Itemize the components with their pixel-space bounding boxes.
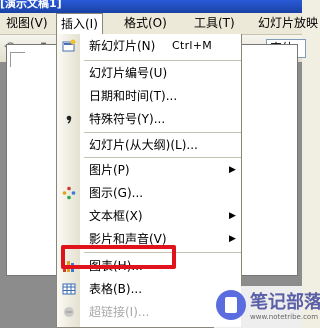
table-icon: [62, 283, 76, 295]
menu-view[interactable]: 视图(V): [6, 13, 48, 34]
menu-item-new-slide[interactable]: 新幻灯片(N) Ctrl+M: [57, 35, 241, 57]
comma-symbol-icon: [66, 115, 72, 124]
menu-bar: 视图(V) 插入(I) 格式(O) 工具(T) 幻灯片放映: [0, 13, 318, 35]
menu-tools[interactable]: 工具(T): [194, 13, 235, 34]
menu-separator: [84, 157, 241, 158]
title-bar: [演示文稿1]: [0, 0, 302, 13]
watermark-url: www.notetribe.com: [250, 313, 319, 321]
menu-item-diagram[interactable]: 图示(G)...: [57, 182, 241, 204]
menu-insert[interactable]: 插入(I): [56, 13, 103, 34]
menu-slideshow[interactable]: 幻灯片放映: [258, 13, 318, 34]
highlight-box: [61, 245, 176, 269]
new-slide-icon: [62, 39, 76, 52]
menu-format[interactable]: 格式(O): [124, 13, 167, 34]
watermark: 笔记部落 www.notetribe.com: [214, 286, 320, 328]
menu-separator: [84, 60, 241, 61]
hyperlink-icon: [64, 307, 74, 317]
diagram-icon: [62, 186, 76, 200]
menu-item-date-time[interactable]: 日期和时间(T)...: [57, 85, 241, 107]
menu-separator: [84, 132, 241, 133]
submenu-arrow-icon: ▶: [229, 165, 236, 175]
window-title: [演示文稿1]: [0, 0, 62, 10]
menu-item-slide-number[interactable]: 幻灯片编号(U): [57, 62, 241, 84]
menu-item-special-symbol[interactable]: 特殊符号(Y)...: [57, 108, 241, 130]
menu-item-picture[interactable]: 图片(P) ▶: [57, 159, 241, 181]
submenu-arrow-icon: ▶: [229, 234, 236, 244]
menu-item-text-box[interactable]: 文本框(X) ▶: [57, 205, 241, 227]
watermark-logo-icon: [216, 290, 246, 320]
shortcut-label: Ctrl+M: [172, 39, 213, 52]
slide-placeholder-corner: [10, 52, 25, 67]
submenu-arrow-icon: ▶: [229, 211, 236, 221]
insert-menu: 新幻灯片(N) Ctrl+M 幻灯片编号(U) 日期和时间(T)... 特殊符号…: [56, 34, 242, 328]
menu-item-slides-from-outline[interactable]: 幻灯片(从大纲)(L)...: [57, 134, 241, 156]
watermark-title: 笔记部落: [250, 292, 320, 313]
